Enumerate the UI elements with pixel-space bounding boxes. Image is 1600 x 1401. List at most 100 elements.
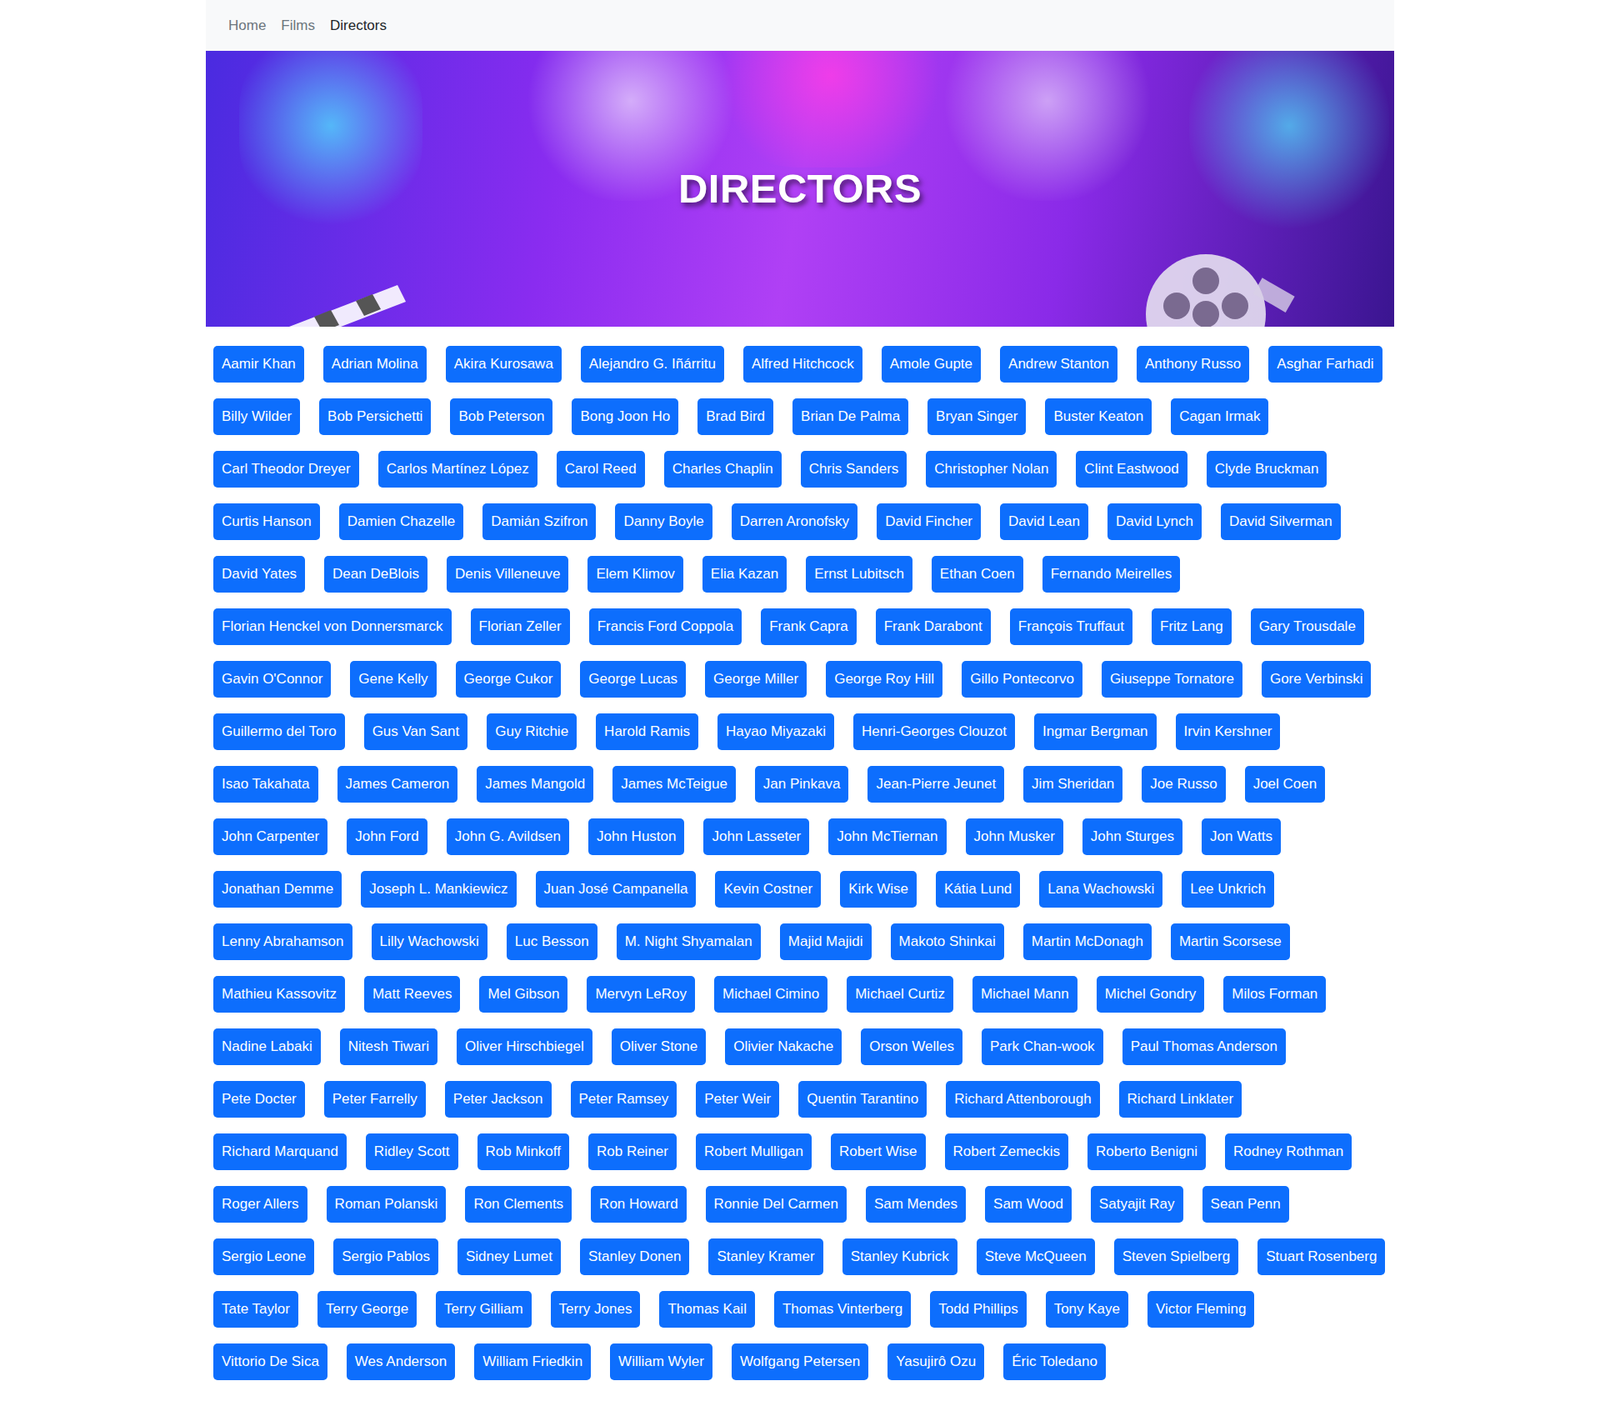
director-button[interactable]: Gus Van Sant — [364, 713, 469, 750]
director-button[interactable]: Darren Aronofsky — [731, 503, 858, 540]
director-button[interactable]: M. Night Shyamalan — [616, 923, 761, 960]
director-button[interactable]: Peter Farrelly — [324, 1080, 426, 1118]
director-button[interactable]: Richard Linklater — [1119, 1080, 1243, 1118]
director-button[interactable]: Robert Mulligan — [695, 1133, 812, 1170]
director-button[interactable]: Steven Spielberg — [1114, 1238, 1239, 1275]
director-button[interactable]: Damien Chazelle — [339, 503, 464, 540]
director-button[interactable]: Mathieu Kassovitz — [213, 975, 345, 1013]
director-button[interactable]: George Roy Hill — [825, 660, 943, 698]
director-button[interactable]: David Lean — [1000, 503, 1089, 540]
director-button[interactable]: David Lynch — [1107, 503, 1202, 540]
director-button[interactable]: Carl Theodor Dreyer — [213, 450, 360, 488]
director-button[interactable]: Sam Wood — [985, 1185, 1072, 1223]
director-button[interactable]: Adrian Molina — [323, 345, 427, 383]
director-button[interactable]: Nitesh Tiwari — [340, 1028, 438, 1065]
director-button[interactable]: Pete Docter — [213, 1080, 305, 1118]
director-button[interactable]: John Sturges — [1082, 818, 1183, 855]
director-button[interactable]: Jonathan Demme — [213, 870, 342, 908]
director-button[interactable]: Buster Keaton — [1045, 398, 1152, 435]
director-button[interactable]: Sergio Leone — [213, 1238, 315, 1275]
director-button[interactable]: Denis Villeneuve — [446, 555, 569, 593]
director-button[interactable]: Michel Gondry — [1096, 975, 1205, 1013]
director-button[interactable]: Ronnie Del Carmen — [705, 1185, 847, 1223]
director-button[interactable]: Florian Zeller — [470, 608, 570, 645]
director-button[interactable]: Thomas Kail — [659, 1290, 755, 1328]
director-button[interactable]: John Huston — [588, 818, 685, 855]
director-button[interactable]: Elia Kazan — [702, 555, 787, 593]
director-button[interactable]: John Carpenter — [213, 818, 328, 855]
director-button[interactable]: Kátia Lund — [935, 870, 1020, 908]
director-button[interactable]: Terry Jones — [550, 1290, 641, 1328]
director-button[interactable]: David Fincher — [876, 503, 981, 540]
director-button[interactable]: Lana Wachowski — [1039, 870, 1163, 908]
director-button[interactable]: Yasujirô Ozu — [887, 1343, 985, 1380]
director-button[interactable]: William Friedkin — [474, 1343, 591, 1380]
director-button[interactable]: Martin McDonagh — [1023, 923, 1152, 960]
director-button[interactable]: Michael Mann — [972, 975, 1078, 1013]
director-button[interactable]: Nadine Labaki — [213, 1028, 321, 1065]
director-button[interactable]: Rodney Rothman — [1225, 1133, 1352, 1170]
director-button[interactable]: Oliver Stone — [611, 1028, 707, 1065]
director-button[interactable]: Roman Polanski — [326, 1185, 447, 1223]
director-button[interactable]: Makoto Shinkai — [890, 923, 1005, 960]
director-button[interactable]: Kirk Wise — [840, 870, 917, 908]
director-button[interactable]: John Musker — [965, 818, 1064, 855]
director-button[interactable]: Isao Takahata — [213, 765, 319, 803]
director-button[interactable]: Jean-Pierre Jeunet — [867, 765, 1005, 803]
nav-link[interactable]: Directors — [322, 8, 395, 44]
director-button[interactable]: Terry George — [317, 1290, 417, 1328]
director-button[interactable]: Ridley Scott — [365, 1133, 459, 1170]
director-button[interactable]: Todd Phillips — [930, 1290, 1026, 1328]
director-button[interactable]: Richard Attenborough — [945, 1080, 1100, 1118]
director-button[interactable]: Satyajit Ray — [1090, 1185, 1184, 1223]
director-button[interactable]: Anthony Russo — [1136, 345, 1250, 383]
director-button[interactable]: Hayao Miyazaki — [717, 713, 835, 750]
director-button[interactable]: Chris Sanders — [800, 450, 908, 488]
director-button[interactable]: Luc Besson — [506, 923, 598, 960]
director-button[interactable]: Billy Wilder — [213, 398, 300, 435]
director-button[interactable]: Michael Cimino — [714, 975, 828, 1013]
director-button[interactable]: Wolfgang Petersen — [731, 1343, 869, 1380]
director-button[interactable]: Sam Mendes — [865, 1185, 966, 1223]
director-button[interactable]: Ron Clements — [465, 1185, 572, 1223]
director-button[interactable]: Steve McQueen — [976, 1238, 1095, 1275]
director-button[interactable]: Sidney Lumet — [457, 1238, 561, 1275]
director-button[interactable]: Orson Welles — [860, 1028, 963, 1065]
director-button[interactable]: Bong Joon Ho — [571, 398, 679, 435]
director-button[interactable]: Aamir Khan — [213, 345, 305, 383]
director-button[interactable]: Ron Howard — [590, 1185, 687, 1223]
director-button[interactable]: Cagan Irmak — [1170, 398, 1269, 435]
director-button[interactable]: Martin Scorsese — [1170, 923, 1290, 960]
director-button[interactable]: Charles Chaplin — [664, 450, 782, 488]
director-button[interactable]: Damián Szifron — [482, 503, 596, 540]
director-button[interactable]: Amole Gupte — [881, 345, 981, 383]
director-button[interactable]: Matt Reeves — [364, 975, 460, 1013]
director-button[interactable]: Frank Capra — [760, 608, 856, 645]
director-button[interactable]: Michael Curtiz — [846, 975, 954, 1013]
director-button[interactable]: Oliver Hirschbiegel — [456, 1028, 593, 1065]
director-button[interactable]: Gillo Pontecorvo — [961, 660, 1083, 698]
director-button[interactable]: Vittorio De Sica — [213, 1343, 328, 1380]
director-button[interactable]: Joel Coen — [1245, 765, 1326, 803]
director-button[interactable]: Joseph L. Mankiewicz — [360, 870, 516, 908]
director-button[interactable]: Giuseppe Tornatore — [1101, 660, 1243, 698]
director-button[interactable]: Jim Sheridan — [1023, 765, 1123, 803]
director-button[interactable]: William Wyler — [610, 1343, 713, 1380]
director-button[interactable]: Terry Gilliam — [435, 1290, 531, 1328]
director-button[interactable]: Christopher Nolan — [925, 450, 1057, 488]
director-button[interactable]: David Yates — [213, 555, 305, 593]
director-button[interactable]: Peter Ramsey — [570, 1080, 678, 1118]
director-button[interactable]: Lee Unkrich — [1181, 870, 1275, 908]
director-button[interactable]: Clyde Bruckman — [1206, 450, 1328, 488]
director-button[interactable]: Elem Klimov — [587, 555, 683, 593]
director-button[interactable]: Sergio Pablos — [333, 1238, 439, 1275]
nav-link[interactable]: Home — [220, 8, 274, 44]
nav-link[interactable]: Films — [273, 8, 323, 44]
director-button[interactable]: Gavin O'Connor — [213, 660, 331, 698]
director-button[interactable]: Gary Trousdale — [1250, 608, 1365, 645]
director-button[interactable]: Guy Ritchie — [486, 713, 577, 750]
director-button[interactable]: James McTeigue — [612, 765, 736, 803]
director-button[interactable]: Gene Kelly — [350, 660, 436, 698]
director-button[interactable]: James Mangold — [476, 765, 594, 803]
director-button[interactable]: Rob Reiner — [588, 1133, 677, 1170]
